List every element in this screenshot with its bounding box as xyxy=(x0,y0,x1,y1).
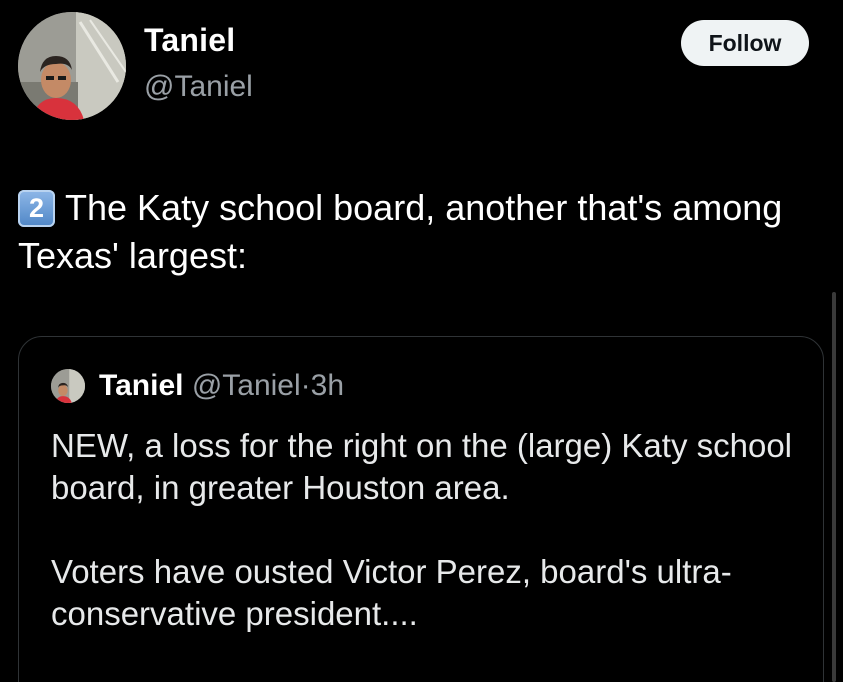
tweet-page: Taniel @Taniel Follow 2 The Katy school b… xyxy=(0,0,843,682)
author-avatar[interactable] xyxy=(18,12,126,120)
header-separator: · xyxy=(300,369,311,402)
author-handle[interactable]: @Taniel xyxy=(144,70,253,104)
quoted-author-avatar xyxy=(51,369,85,403)
quoted-tweet-time: 3h xyxy=(310,369,345,402)
quoted-tweet-header: Taniel @Taniel·3h xyxy=(99,369,344,403)
quoted-paragraph: NEW, a loss for the right on the (large)… xyxy=(51,427,793,506)
scrollbar[interactable] xyxy=(832,292,836,682)
quoted-tweet-card[interactable]: Taniel @Taniel·3h NEW, a loss for the ri… xyxy=(18,336,824,682)
author-display-name[interactable]: Taniel xyxy=(144,22,235,59)
avatar-photo-icon xyxy=(51,369,85,403)
quoted-paragraph: Voters have ousted Victor Perez, board's… xyxy=(51,553,732,632)
follow-button[interactable]: Follow xyxy=(681,20,809,66)
quoted-tweet-text: NEW, a loss for the right on the (large)… xyxy=(51,425,811,635)
tweet-text: The Katy school board, another that's am… xyxy=(18,187,783,276)
quoted-author-handle: @Taniel xyxy=(191,369,301,402)
keycap-digit-two-icon: 2 xyxy=(18,190,55,227)
avatar-photo-icon xyxy=(18,12,126,120)
quoted-author-name: Taniel xyxy=(99,369,184,402)
tweet-body: 2 The Katy school board, another that's a… xyxy=(18,184,818,280)
